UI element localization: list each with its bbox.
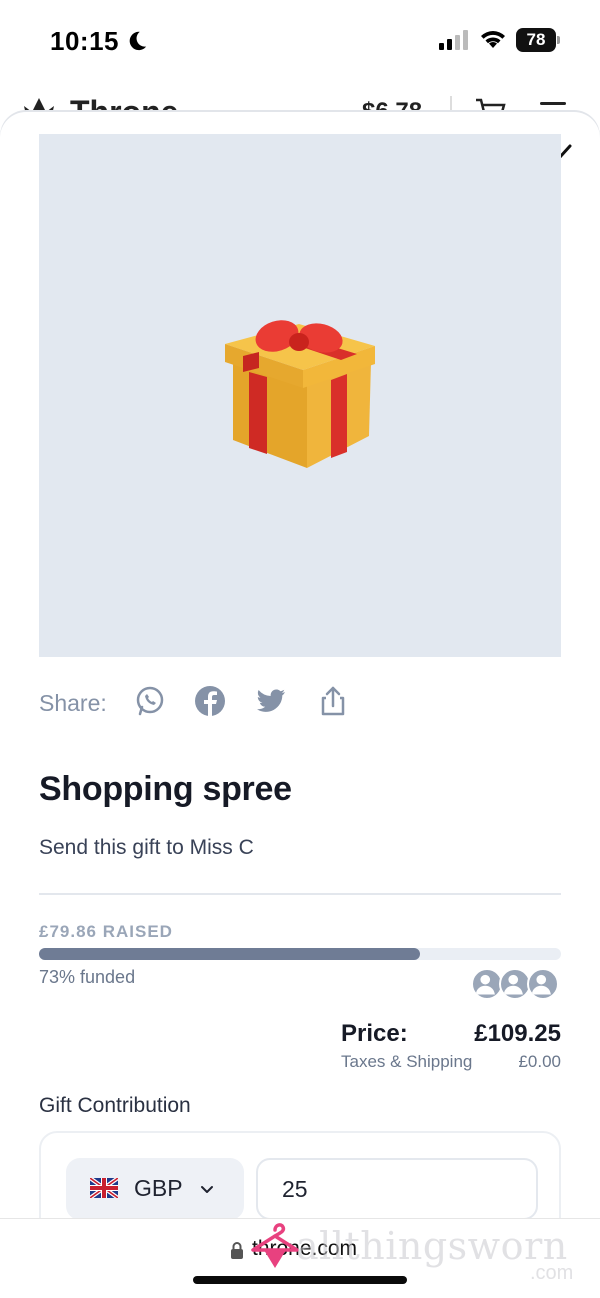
home-indicator: [193, 1276, 407, 1284]
gift-subtitle: Send this gift to Miss C: [39, 836, 254, 859]
cellular-signal-icon: [439, 30, 468, 50]
funding-progress-bar: [39, 948, 561, 960]
twitter-icon[interactable]: [254, 684, 288, 718]
price-label: Price:: [341, 1020, 408, 1047]
battery-indicator: 78: [516, 28, 560, 52]
page: 10:15 78 Throne $6.78: [0, 0, 600, 1298]
user-icon: [503, 974, 523, 995]
chevron-down-icon: [201, 1186, 213, 1193]
funding-progress-fill: [39, 948, 421, 960]
contributor-avatars[interactable]: [471, 968, 561, 1002]
price-value: £109.25: [474, 1020, 561, 1047]
share-upload-icon[interactable]: [316, 684, 350, 718]
lock-icon: [231, 1242, 243, 1259]
gift-title: Shopping spree: [39, 770, 292, 808]
gift-icon: [225, 320, 375, 468]
status-time: 10:15: [50, 26, 119, 56]
moon-icon: [129, 31, 147, 51]
user-icon: [531, 974, 551, 995]
watermark-sub: .com: [530, 1262, 574, 1284]
currency-select[interactable]: GBP: [66, 1158, 244, 1220]
uk-flag-icon: [90, 1178, 118, 1198]
share-label: Share:: [39, 690, 107, 716]
hanger-watermark-icon: [251, 1223, 299, 1268]
status-bar: 10:15 78: [0, 0, 600, 84]
tax-shipping-label: Taxes & Shipping: [341, 1052, 473, 1071]
battery-nub: [557, 36, 560, 44]
user-icon: [475, 974, 495, 995]
watermark-text: allthingsworn: [296, 1224, 568, 1268]
battery-level: 78: [516, 28, 556, 52]
currency-code: GBP: [134, 1175, 183, 1201]
contributor-avatar: [527, 968, 559, 1000]
gift-contribution-label: Gift Contribution: [39, 1094, 191, 1117]
whatsapp-icon[interactable]: [133, 684, 167, 718]
gift-image: [39, 134, 561, 657]
funded-percent: 73% funded: [39, 967, 136, 987]
contribution-amount-input[interactable]: [256, 1158, 538, 1220]
raised-amount: £79.86 RAISED: [39, 922, 173, 941]
gift-modal: Share: Shopping spree Send this gift to …: [0, 112, 600, 1298]
section-divider: [39, 893, 561, 895]
wifi-icon: [481, 31, 505, 48]
facebook-icon[interactable]: [193, 684, 227, 718]
tax-shipping-value: £0.00: [518, 1052, 561, 1071]
share-row: Share:: [39, 684, 439, 720]
